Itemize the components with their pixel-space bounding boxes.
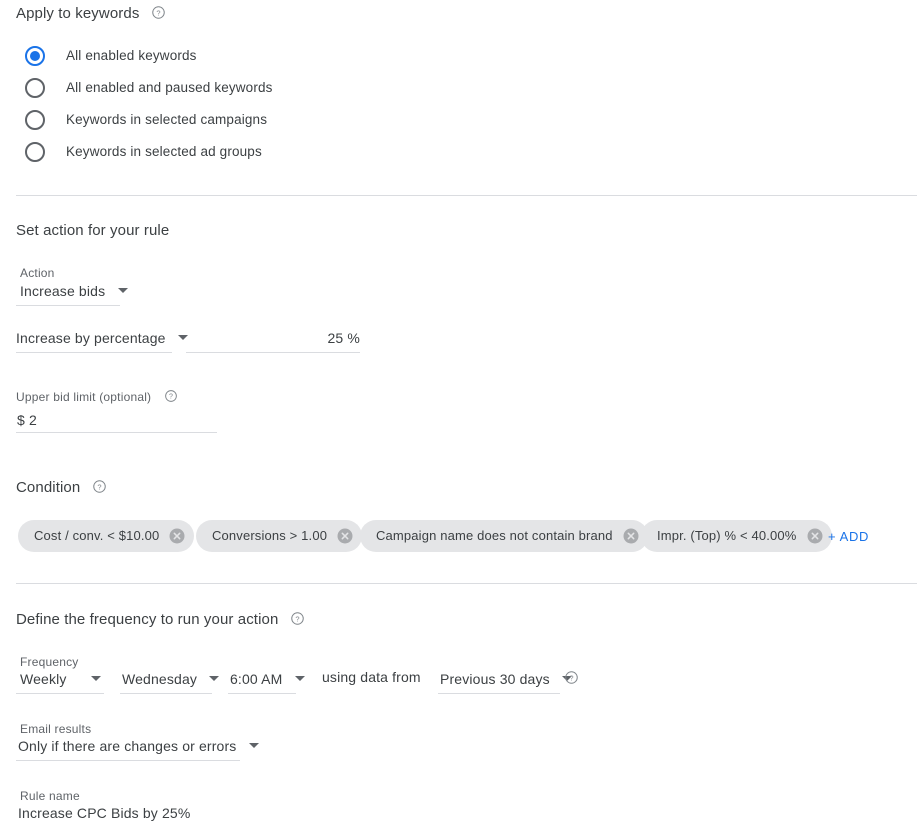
adjust-type-dropdown[interactable]: Increase by percentage: [16, 328, 189, 348]
percentage-input[interactable]: 25 %: [186, 328, 360, 348]
condition-chip[interactable]: Impr. (Top) % < 40.00%: [641, 520, 832, 552]
chevron-down-icon[interactable]: [117, 288, 128, 294]
radio-indicator[interactable]: [25, 110, 45, 130]
email-results-value: Only if there are changes or errors: [18, 738, 237, 754]
remove-circle-icon[interactable]: [806, 527, 824, 545]
adjust-type-value: Increase by percentage: [16, 330, 166, 346]
remove-circle-icon[interactable]: [168, 527, 186, 545]
time-of-day-dropdown[interactable]: 6:00 AM: [230, 669, 305, 689]
condition-chip-label: Cost / conv. < $10.00: [34, 528, 160, 543]
action-dropdown[interactable]: Increase bids: [20, 281, 128, 301]
condition-title: Condition: [16, 479, 81, 497]
svg-text:?: ?: [169, 393, 173, 400]
using-data-from-text: using data from: [322, 669, 421, 685]
radio-indicator[interactable]: [25, 46, 45, 66]
section-divider-1: [16, 195, 917, 196]
data-range-dropdown[interactable]: Previous 30 days: [440, 669, 573, 689]
help-circle-icon[interactable]: ?: [92, 479, 107, 494]
apply-to-keywords-heading: Apply to keywords ?: [16, 5, 166, 23]
percentage-input-underline: [186, 352, 360, 353]
section-divider-2: [16, 583, 917, 584]
time-of-day-value: 6:00 AM: [230, 671, 283, 687]
help-circle-icon[interactable]: ?: [290, 611, 305, 626]
set-action-heading: Set action for your rule: [16, 222, 169, 240]
condition-chip[interactable]: Conversions > 1.00: [196, 520, 363, 552]
frequency-heading: Define the frequency to run your action …: [16, 611, 305, 629]
frequency-dropdown[interactable]: Weekly: [20, 669, 101, 689]
svg-text:?: ?: [295, 615, 299, 624]
chevron-down-icon[interactable]: [294, 676, 305, 682]
upper-bid-limit-input[interactable]: $ 2: [17, 410, 37, 430]
radio-option-all-enabled-keywords[interactable]: All enabled keywords: [25, 46, 197, 66]
radio-option-keywords-in-selected-ad-groups[interactable]: Keywords in selected ad groups: [25, 142, 262, 162]
help-circle-icon[interactable]: ?: [164, 389, 178, 403]
time-of-day-underline: [228, 693, 296, 694]
set-action-title: Set action for your rule: [16, 222, 170, 240]
help-circle-icon[interactable]: ?: [564, 670, 579, 685]
chevron-down-icon[interactable]: [248, 743, 259, 749]
upper-bid-limit-value: $ 2: [17, 412, 37, 428]
chevron-down-icon[interactable]: [91, 676, 101, 682]
percentage-input-value: 25 %: [327, 330, 360, 346]
condition-chip[interactable]: Campaign name does not contain brand: [360, 520, 648, 552]
remove-circle-icon[interactable]: [622, 527, 640, 545]
svg-text:?: ?: [97, 483, 101, 492]
day-of-week-dropdown[interactable]: Wednesday: [122, 669, 220, 689]
upper-bid-limit-label-row: Upper bid limit (optional) ?: [16, 388, 178, 406]
radio-label: All enabled and paused keywords: [66, 80, 273, 95]
svg-text:?: ?: [569, 674, 573, 683]
rule-name-input[interactable]: Increase CPC Bids by 25%: [18, 803, 190, 823]
remove-circle-icon[interactable]: [336, 527, 354, 545]
day-of-week-value: Wednesday: [122, 671, 198, 687]
frequency-dropdown-value: Weekly: [20, 671, 67, 687]
frequency-title: Define the frequency to run your action: [16, 611, 279, 629]
radio-indicator[interactable]: [25, 78, 45, 98]
add-condition-button[interactable]: + ADD: [828, 529, 869, 544]
upper-bid-limit-label: Upper bid limit (optional): [16, 390, 152, 404]
radio-label: Keywords in selected campaigns: [66, 112, 268, 127]
chevron-down-icon[interactable]: [209, 676, 220, 682]
data-range-underline: [438, 693, 560, 694]
frequency-dropdown-underline: [16, 693, 104, 694]
condition-chip-label: Campaign name does not contain brand: [376, 528, 613, 543]
svg-text:?: ?: [156, 9, 160, 18]
rule-editor-page: Apply to keywords ? All enabled keywords…: [0, 0, 917, 823]
action-dropdown-underline: [16, 305, 120, 306]
radio-option-all-enabled-and-paused-keywords[interactable]: All enabled and paused keywords: [25, 78, 273, 98]
action-dropdown-value: Increase bids: [20, 283, 106, 299]
condition-chip-label: Conversions > 1.00: [212, 528, 328, 543]
rule-name-value: Increase CPC Bids by 25%: [18, 805, 191, 821]
upper-bid-limit-underline: [16, 432, 217, 433]
condition-heading: Condition ?: [16, 479, 107, 497]
condition-chip[interactable]: Cost / conv. < $10.00: [18, 520, 195, 552]
radio-indicator[interactable]: [25, 142, 45, 162]
apply-to-keywords-title: Apply to keywords: [16, 5, 140, 23]
radio-option-keywords-in-selected-campaigns[interactable]: Keywords in selected campaigns: [25, 110, 267, 130]
condition-chip-label: Impr. (Top) % < 40.00%: [657, 528, 797, 543]
action-field-label: Action: [20, 266, 55, 280]
email-results-dropdown[interactable]: Only if there are changes or errors: [18, 736, 259, 756]
day-of-week-underline: [120, 693, 212, 694]
radio-label: All enabled keywords: [66, 48, 197, 63]
help-circle-icon[interactable]: ?: [151, 5, 166, 20]
data-range-value: Previous 30 days: [440, 671, 550, 687]
radio-label: Keywords in selected ad groups: [66, 144, 262, 159]
data-range-help-wrapper: ?: [564, 670, 579, 688]
adjust-type-underline: [16, 352, 172, 353]
email-results-underline: [16, 760, 240, 761]
